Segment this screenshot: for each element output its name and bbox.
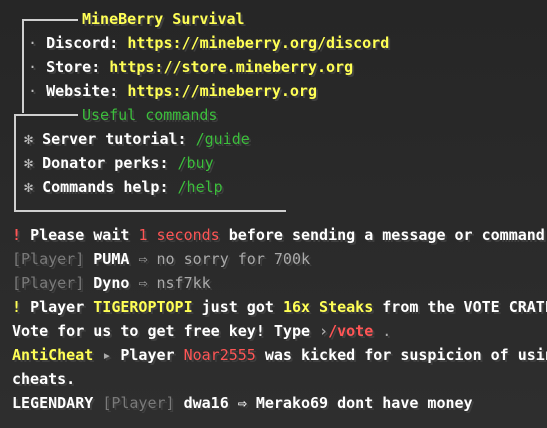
player-name[interactable]: PUMA: [93, 250, 129, 268]
box-left-rule-lower: [14, 114, 16, 210]
chat-message-puma: [Player] PUMA ⇨ no sorry for 700k: [12, 247, 310, 271]
store-label: Store:: [46, 58, 101, 76]
crate-reward: 16x Steaks: [282, 298, 374, 316]
command-help-label: Commands help:: [42, 178, 169, 196]
player-name[interactable]: dwa16: [184, 394, 229, 412]
discord-label: Discord:: [46, 34, 119, 52]
command-buy[interactable]: /buy: [178, 154, 214, 172]
box-left-rule: [22, 19, 24, 113]
chat-message-vote-crate: ! Player TIGEROPTOPI just got 16x Steaks…: [12, 295, 547, 319]
store-line: · Store: https://store.mineberry.org: [28, 55, 353, 79]
wait-post: before sending a message or command.: [228, 226, 547, 244]
chat-message-vote: Vote for us to get free key! Type ›/vote…: [12, 319, 391, 343]
asterisk-icon: ✻: [24, 178, 34, 196]
alert-icon: !: [12, 226, 22, 244]
rank-tag: [Player]: [12, 274, 85, 292]
asterisk-icon: ✻: [24, 130, 34, 148]
player-name[interactable]: Dyno: [93, 274, 129, 292]
rank-legendary: LEGENDARY: [12, 394, 94, 412]
alert-icon: !: [12, 298, 22, 316]
website-label: Website:: [46, 82, 119, 100]
discord-link[interactable]: https://mineberry.org/discord: [127, 34, 389, 52]
command-buy-label: Donator perks:: [42, 154, 169, 172]
anticheat-post: was kicked for suspicion of using: [264, 346, 547, 364]
server-title: MineBerry Survival: [82, 10, 245, 28]
store-link[interactable]: https://store.mineberry.org: [109, 58, 353, 76]
crate-pre: Player: [30, 298, 85, 316]
command-guide[interactable]: /guide: [196, 130, 250, 148]
message-text: no sorry for 700k: [156, 250, 311, 268]
command-guide-line: ✻ Server tutorial: /guide: [24, 127, 250, 151]
chevron-right-icon: ›: [319, 322, 329, 340]
vote-command[interactable]: /vote: [328, 322, 373, 340]
chat-window: MineBerry Survival · Discord: https://mi…: [0, 0, 547, 428]
arrow-icon: ⇨: [138, 274, 148, 292]
command-help[interactable]: /help: [178, 178, 223, 196]
message-text: nsf7kk: [156, 274, 211, 292]
bullet-dot: ·: [28, 58, 38, 76]
wait-count: 1 seconds: [138, 226, 220, 244]
box-bottom-rule: [14, 210, 286, 212]
crate-mid: just got: [201, 298, 274, 316]
box-top-rule: [22, 19, 78, 21]
website-link[interactable]: https://mineberry.org: [127, 82, 317, 100]
bullet-dot: ·: [28, 34, 38, 52]
vote-pre: Vote for us to get free key! Type: [12, 322, 311, 340]
arrow-icon: ⇨: [138, 250, 148, 268]
chat-message-dyno: [Player] Dyno ⇨ nsf7kk: [12, 271, 211, 295]
server-title-line: MineBerry Survival: [82, 7, 245, 31]
wait-pre: Please wait: [30, 226, 130, 244]
anticheat-tag: AntiCheat: [12, 346, 94, 364]
anticheat-pre: Player: [120, 346, 175, 364]
discord-line: · Discord: https://mineberry.org/discord: [28, 31, 389, 55]
anticheat-cont: cheats.: [12, 370, 76, 388]
command-guide-label: Server tutorial:: [42, 130, 187, 148]
command-help-line: ✻ Commands help: /help: [24, 175, 223, 199]
triangle-right-icon: ▸: [102, 346, 112, 364]
asterisk-icon: ✻: [24, 154, 34, 172]
crate-from: from the VOTE CRATE: [382, 298, 547, 316]
bullet-dot: ·: [28, 82, 38, 100]
website-line: · Website: https://mineberry.org: [28, 79, 317, 103]
commands-title-line: Useful commands: [82, 103, 217, 127]
vote-post: .: [382, 322, 392, 340]
player-name[interactable]: Noar2555: [184, 346, 256, 364]
arrow-icon: ⇨: [237, 394, 247, 412]
message-text: Merako69 dont have money: [255, 394, 473, 412]
command-buy-line: ✻ Donator perks: /buy: [24, 151, 214, 175]
chat-message-anticheat-cont: cheats.: [12, 367, 75, 391]
commands-title: Useful commands: [82, 106, 218, 124]
chat-message-wait: ! Please wait 1 seconds before sending a…: [12, 223, 547, 247]
player-name[interactable]: TIGEROPTOPI: [93, 298, 192, 316]
rank-tag: [Player]: [102, 394, 175, 412]
rank-tag: [Player]: [12, 250, 85, 268]
chat-message-anticheat: AntiCheat ▸ Player Noar2555 was kicked f…: [12, 343, 547, 367]
chat-message-legendary: LEGENDARY [Player] dwa16 ⇨ Merako69 dont…: [12, 391, 473, 415]
box-mid-rule: [14, 114, 78, 116]
